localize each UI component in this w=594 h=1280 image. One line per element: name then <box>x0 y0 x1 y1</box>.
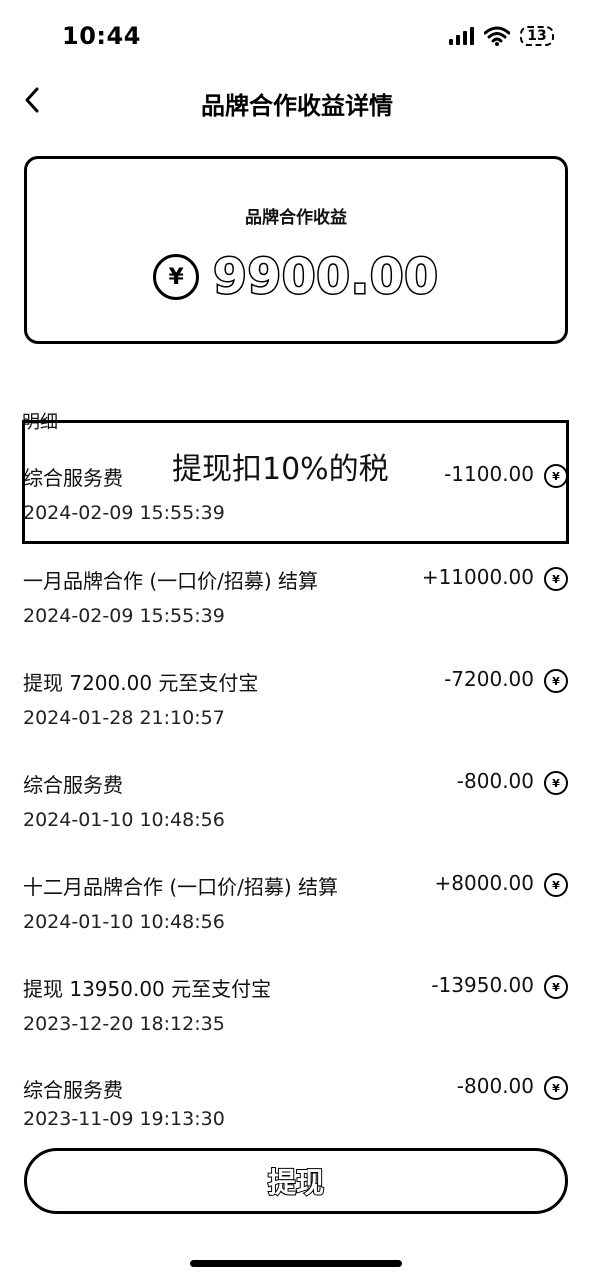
balance-amount: 9900.00 <box>212 248 440 307</box>
transaction-time: 2024-02-09 15:55:39 <box>23 502 225 524</box>
nav-bar: 品牌合作收益详情 <box>0 72 594 132</box>
transaction-title: 一月品牌合作 (一口价/招募) 结算 <box>23 569 319 593</box>
transaction-row[interactable]: 提现 7200.00 元至支付宝 2024-01-28 21:10:57 -72… <box>0 667 594 747</box>
transaction-time: 2023-11-09 19:13:30 <box>23 1108 225 1130</box>
transaction-title: 提现 13950.00 元至支付宝 <box>23 977 272 1001</box>
withdraw-button[interactable]: 提现 <box>24 1148 568 1214</box>
yuan-coin-icon: ¥ <box>544 975 568 999</box>
transaction-row[interactable]: 提现 13950.00 元至支付宝 2023-12-20 18:12:35 -1… <box>0 973 594 1053</box>
status-icons: 13 <box>449 26 554 46</box>
transaction-amount: +8000.00 <box>434 871 534 895</box>
wifi-icon <box>484 26 510 46</box>
balance-row: ¥ 9900.00 <box>27 248 565 307</box>
transaction-time: 2023-12-20 18:12:35 <box>23 1013 225 1035</box>
transaction-title: 十二月品牌合作 (一口价/招募) 结算 <box>23 875 339 899</box>
transaction-amount: -13950.00 <box>431 973 534 997</box>
battery-icon: 13 <box>520 26 554 46</box>
transaction-amount: +11000.00 <box>421 565 534 589</box>
signal-icon <box>449 27 474 45</box>
transaction-row[interactable]: 综合服务费 2024-01-10 10:48:56 -800.00 ¥ <box>0 769 594 849</box>
balance-card: 品牌合作收益 ¥ 9900.00 <box>24 156 568 344</box>
annotation-text: 提现扣10%的税 <box>172 452 389 487</box>
status-time: 10:44 <box>62 22 141 50</box>
transaction-amount: -1100.00 <box>444 462 534 486</box>
balance-label: 品牌合作收益 <box>245 208 347 228</box>
transaction-row[interactable]: 十二月品牌合作 (一口价/招募) 结算 2024-01-10 10:48:56 … <box>0 871 594 951</box>
home-indicator <box>190 1260 402 1267</box>
yuan-coin-icon: ¥ <box>544 873 568 897</box>
transaction-row[interactable]: 综合服务费 2023-11-09 19:13:30 -800.00 ¥ <box>0 1074 594 1154</box>
transaction-time: 2024-01-10 10:48:56 <box>23 911 225 933</box>
transaction-title: 综合服务费 <box>23 773 123 797</box>
transaction-time: 2024-01-28 21:10:57 <box>23 707 225 729</box>
transaction-title: 综合服务费 <box>23 1078 123 1102</box>
yuan-coin-icon: ¥ <box>153 254 200 300</box>
transaction-row[interactable]: 一月品牌合作 (一口价/招募) 结算 2024-02-09 15:55:39 +… <box>0 565 594 645</box>
yuan-coin-icon: ¥ <box>544 771 568 795</box>
transaction-amount: -800.00 <box>456 769 534 793</box>
yuan-coin-icon: ¥ <box>544 464 568 488</box>
transaction-amount: -800.00 <box>456 1074 534 1098</box>
withdraw-button-label: 提现 <box>267 1165 325 1200</box>
transaction-time: 2024-01-10 10:48:56 <box>23 809 225 831</box>
transaction-amount: -7200.00 <box>444 667 534 691</box>
status-bar: 10:44 13 <box>0 0 594 72</box>
yuan-coin-icon: ¥ <box>544 669 568 693</box>
page-title: 品牌合作收益详情 <box>201 92 393 120</box>
transaction-title: 提现 7200.00 元至支付宝 <box>23 671 259 695</box>
yuan-coin-icon: ¥ <box>544 567 568 591</box>
yuan-coin-icon: ¥ <box>544 1076 568 1100</box>
transaction-title: 综合服务费 <box>23 466 123 490</box>
transaction-time: 2024-02-09 15:55:39 <box>23 605 225 627</box>
detail-section-label: 明细 <box>22 412 58 433</box>
